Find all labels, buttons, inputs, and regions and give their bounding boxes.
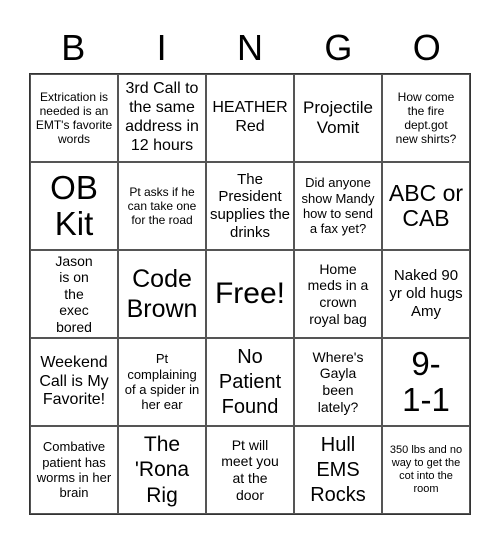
bingo-cell[interactable]: Projectile Vomit bbox=[294, 74, 382, 162]
bingo-cell[interactable]: How come the fire dept.got new shirts? bbox=[382, 74, 470, 162]
bingo-cell[interactable]: Pt asks if he can take one for the road bbox=[118, 162, 206, 250]
bingo-cell[interactable]: Home meds in a crown royal bag bbox=[294, 250, 382, 338]
bingo-cell[interactable]: Combative patient has worms in her brain bbox=[30, 426, 118, 514]
bingo-cell[interactable]: No Patient Found bbox=[206, 338, 294, 426]
bingo-cell[interactable]: Did anyone show Mandy how to send a fax … bbox=[294, 162, 382, 250]
bingo-cell[interactable]: ABC or CAB bbox=[382, 162, 470, 250]
bingo-cell[interactable]: The President supplies the drinks bbox=[206, 162, 294, 250]
bingo-cell[interactable]: Free! bbox=[206, 250, 294, 338]
bingo-cell[interactable]: Jason is on the exec bored bbox=[30, 250, 118, 338]
bingo-cell[interactable]: Weekend Call is My Favorite! bbox=[30, 338, 118, 426]
bingo-cell[interactable]: Where's Gayla been lately? bbox=[294, 338, 382, 426]
bingo-cell[interactable]: Pt complaining of a spider in her ear bbox=[118, 338, 206, 426]
bingo-cell[interactable]: 3rd Call to the same address in 12 hours bbox=[118, 74, 206, 162]
header-letter-n: N bbox=[236, 27, 263, 68]
bingo-card: Extrication is needed is an EMT's favori… bbox=[29, 73, 471, 515]
bingo-cell[interactable]: OB Kit bbox=[30, 162, 118, 250]
header-letter-b: B bbox=[61, 27, 86, 68]
bingo-cell[interactable]: 350 lbs and no way to get the cot into t… bbox=[382, 426, 470, 514]
header-letter-i: I bbox=[156, 27, 167, 68]
bingo-cell[interactable]: The 'Rona Rig bbox=[118, 426, 206, 514]
bingo-cell[interactable]: Extrication is needed is an EMT's favori… bbox=[30, 74, 118, 162]
bingo-cell[interactable]: 9-1-1 bbox=[382, 338, 470, 426]
bingo-cell[interactable]: Hull EMS Rocks bbox=[294, 426, 382, 514]
bingo-cell[interactable]: Naked 90 yr old hugs Amy bbox=[382, 250, 470, 338]
header-letter-g: G bbox=[324, 27, 353, 68]
header-letter-o: O bbox=[412, 27, 441, 68]
bingo-cell[interactable]: Code Brown bbox=[118, 250, 206, 338]
bingo-cell[interactable]: Pt will meet you at the door bbox=[206, 426, 294, 514]
bingo-header: B I N G O bbox=[29, 26, 471, 70]
bingo-cell[interactable]: HEATHER Red bbox=[206, 74, 294, 162]
